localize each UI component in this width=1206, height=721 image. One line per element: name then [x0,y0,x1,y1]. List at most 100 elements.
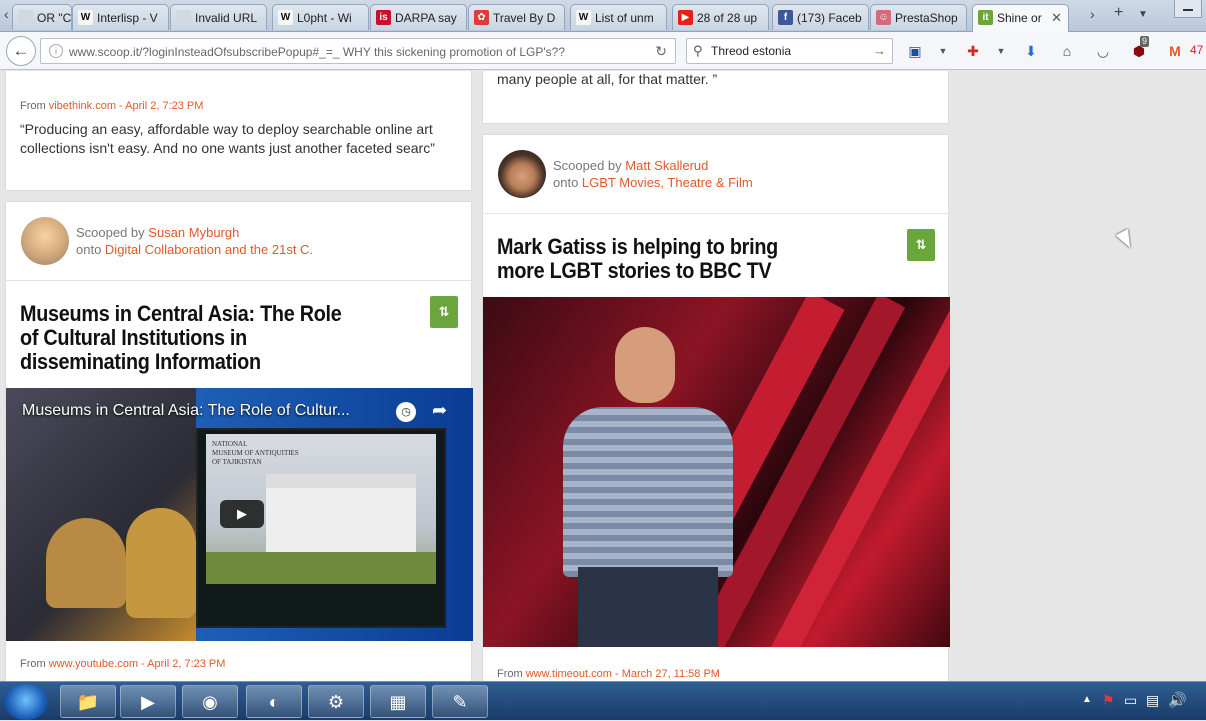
tab-favicon-icon: ☺ [876,10,891,25]
source-line: From www.timeout.com - March 27, 11:58 P… [497,668,720,680]
tab-label: Interlisp - V [97,11,158,25]
tab-favicon-icon: ▶ [678,10,693,25]
topic-link[interactable]: Digital Collaboration and the 21st C. [105,242,313,257]
system-tray: ▲ ⚑ ▭ ▤ 🔊 [1076,682,1206,721]
browser-tab[interactable]: ☺ PrestaShop [870,4,967,30]
search-icon: ⚲ [693,43,703,58]
file-explorer-icon[interactable]: 📁 [60,685,116,718]
site-info-icon[interactable]: i [49,44,63,58]
scoop-card: Scooped by Matt Skallerud onto LGBT Movi… [482,134,950,681]
source-link[interactable]: www.youtube.com [49,658,138,670]
adblock-icon[interactable]: ⬢ 9 [1130,36,1150,60]
toolbar-addon-icon[interactable]: M [1166,42,1184,60]
address-bar[interactable]: i www.scoop.it/?loginInsteadOfsubscribeP… [40,38,676,64]
browser-tab[interactable]: it Shine or ✕ [972,4,1069,32]
person-jeans [578,567,718,647]
pocket-icon[interactable]: ◡ [1094,42,1112,60]
tab-favicon-icon: W [278,10,293,25]
browser-tab[interactable]: W Interlisp - V [72,4,169,30]
notepad-icon[interactable]: ✎ [432,685,488,718]
scoop-card: Scooped by Susan Myburgh onto Digital Co… [5,201,473,681]
start-button[interactable] [4,684,48,720]
close-tab-icon[interactable]: ✕ [1051,10,1062,26]
browser-tab[interactable]: f (173) Faceb [772,4,869,30]
addon-menu-icon[interactable]: ▼ [992,42,1010,60]
tray-expand-icon[interactable]: ▲ [1082,694,1092,705]
back-button[interactable]: ← [6,36,36,66]
watch-later-icon[interactable]: ◷ [396,402,416,422]
source-date[interactable]: - April 2, 7:23 PM [116,100,203,112]
home-icon[interactable]: ⌂ [1058,42,1076,60]
tab-bar: ‹ OR "Co W Interlisp - V Invalid URL W L0pht … [0,0,1206,32]
scooper-link[interactable]: Susan Myburgh [148,225,239,240]
tab-label: PrestaShop [895,11,958,25]
search-go-icon[interactable]: → [873,43,886,58]
tab-scroll-right-icon[interactable]: › [1090,6,1095,22]
tab-label: List of unm [595,11,654,25]
rescoop-icon[interactable]: ⇅ [907,229,935,261]
browser-tab[interactable]: OR "Co [12,4,72,30]
divider [6,280,471,281]
person-shirt [563,407,733,577]
source-line: From vibethink.com - April 2, 7:23 PM [20,100,204,112]
scooped-by: Scooped by Matt Skallerud onto LGBT Movi… [553,158,753,190]
tab-favicon-icon: is [376,10,391,25]
browser-tab[interactable]: W List of unm [570,4,667,30]
video-player[interactable]: NATIONAL MUSEUM OF ANTIQUITIES OF TAJIKI… [6,388,473,641]
scoop-title[interactable]: Museums in Central Asia: The Role of Cul… [20,302,353,374]
tray-device-icon[interactable]: ▭ [1124,692,1137,709]
source-date[interactable]: - April 2, 7:23 PM [138,658,225,670]
tab-label: OR "Co [37,11,72,25]
scoop-title[interactable]: Mark Gatiss is helping to bring more LGB… [497,235,794,283]
list-all-tabs-icon[interactable]: ▼ [1138,9,1148,20]
scoop-card: many people at all, for that matter. ” [482,71,949,124]
addon-red-cross-icon[interactable]: ✚ [964,42,982,60]
topic-link[interactable]: LGBT Movies, Theatre & Film [582,175,753,190]
avatar[interactable] [498,150,546,198]
new-tab-button[interactable]: + [1114,4,1123,22]
tray-network-icon[interactable]: ▤ [1146,692,1159,709]
browser-tab[interactable]: is DARPA say [370,4,467,30]
tab-scroll-left-icon[interactable]: ‹ [4,6,9,22]
share-icon[interactable]: ➦ [432,400,447,421]
video-slide: NATIONAL MUSEUM OF ANTIQUITIES OF TAJIKI… [196,428,446,628]
tab-favicon-icon: W [576,10,591,25]
tab-label: 28 of 28 up [697,11,758,25]
tray-volume-icon[interactable]: 🔊 [1168,691,1187,709]
video-person-shape [46,518,126,608]
source-link[interactable]: vibethink.com [49,100,116,112]
minimize-button[interactable] [1174,0,1202,18]
browser-tab[interactable]: ✿ Travel By D [468,4,565,30]
downloads-icon[interactable]: ⬇ [1022,42,1040,60]
network-tool-icon[interactable]: ⚙ [308,685,364,718]
browser-tab[interactable]: Invalid URL [170,4,267,30]
save-menu-icon[interactable]: ▼ [934,42,952,60]
scooper-link[interactable]: Matt Skallerud [625,158,708,173]
tray-flag-icon[interactable]: ⚑ [1102,692,1115,709]
article-photo[interactable] [483,297,950,647]
source-date[interactable]: - March 27, 11:58 PM [612,668,720,680]
museum-building [266,474,416,554]
browser-tab[interactable]: W L0pht - Wi [272,4,369,30]
save-icon[interactable]: ▣ [906,42,924,60]
tab-favicon-icon: W [78,10,93,25]
tab-favicon-icon: ✿ [474,10,489,25]
firefox-icon[interactable]: ◉ [182,685,238,718]
play-button[interactable]: ▶ [220,500,264,528]
avatar[interactable] [21,217,69,265]
person-head [615,327,675,403]
browser-tab[interactable]: ▶ 28 of 28 up [672,4,769,30]
slide-caption: NATIONAL MUSEUM OF ANTIQUITIES OF TAJIKI… [212,440,299,466]
tab-favicon-icon: it [978,10,993,25]
source-link[interactable]: www.timeout.com [526,668,612,680]
media-player-icon[interactable]: ▶ [120,685,176,718]
reload-icon[interactable]: ↻ [655,43,667,60]
page-viewport: From vibethink.com - April 2, 7:23 PM “P… [0,71,1206,681]
tab-favicon-icon [176,10,191,25]
search-input[interactable]: ⚲ Threod estonia → [686,38,893,64]
browser-app-icon[interactable]: ◐ [246,685,302,718]
control-panel-icon[interactable]: ▦ [370,685,426,718]
tab-favicon-icon: f [778,10,793,25]
rescoop-icon[interactable]: ⇅ [430,296,458,328]
video-title[interactable]: Museums in Central Asia: The Role of Cul… [22,402,350,420]
